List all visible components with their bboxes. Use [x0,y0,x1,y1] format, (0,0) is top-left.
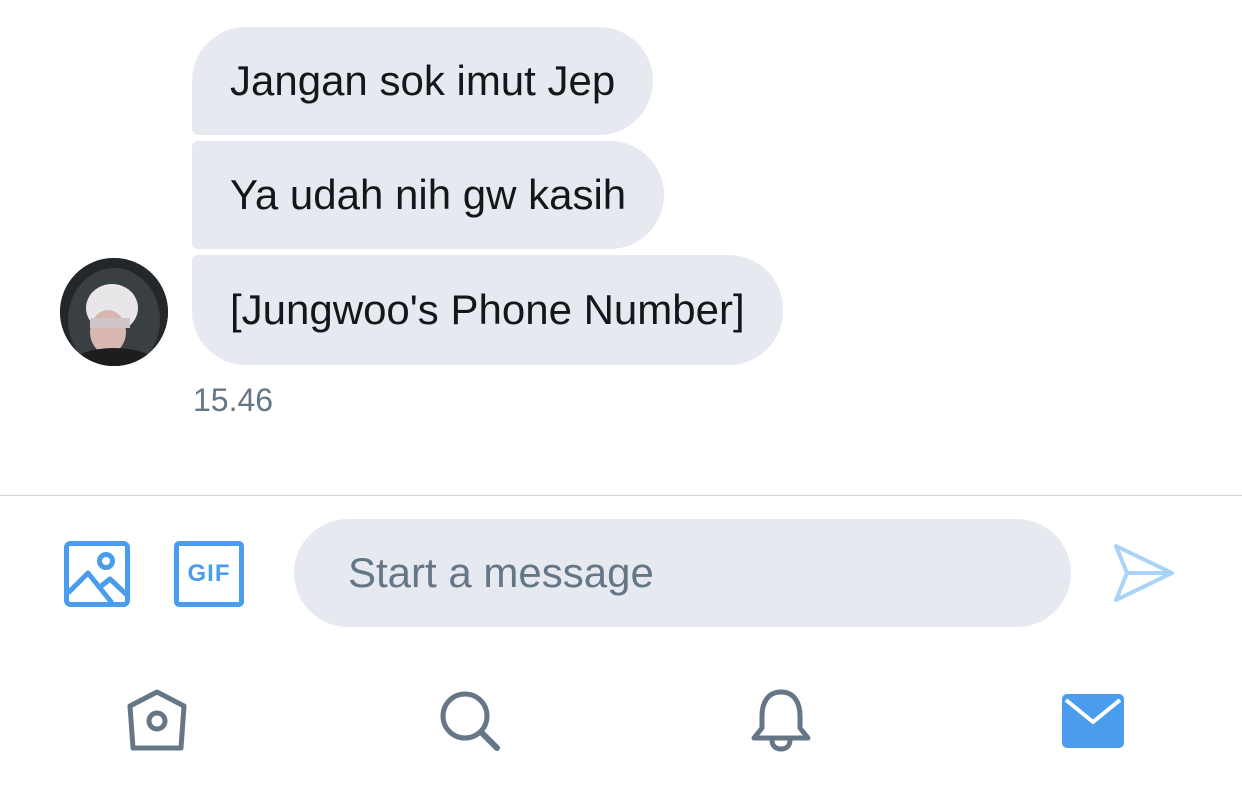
gif-label: GIF [187,560,231,587]
message-bubble[interactable]: Ya udah nih gw kasih [192,141,665,249]
user-avatar[interactable] [60,258,168,366]
gif-button[interactable]: GIF [174,541,244,607]
search-icon[interactable] [437,688,503,754]
home-icon[interactable] [124,688,190,754]
message-bubble[interactable]: Jangan sok imut Jep [192,27,654,135]
send-icon[interactable] [1113,542,1175,604]
message-input[interactable] [294,519,1071,627]
message-bubble[interactable]: [Jungwoo's Phone Number] [192,255,783,365]
mail-icon[interactable] [1062,692,1124,750]
message-text: Ya udah nih gw kasih [230,171,627,218]
divider [0,495,1242,496]
message-text: Jangan sok imut Jep [230,57,616,104]
message-timestamp: 15.46 [193,382,274,418]
message-composer[interactable] [294,519,1071,627]
bell-icon[interactable] [749,686,813,752]
image-icon[interactable] [64,541,130,607]
message-text: [Jungwoo's Phone Number] [230,286,745,333]
